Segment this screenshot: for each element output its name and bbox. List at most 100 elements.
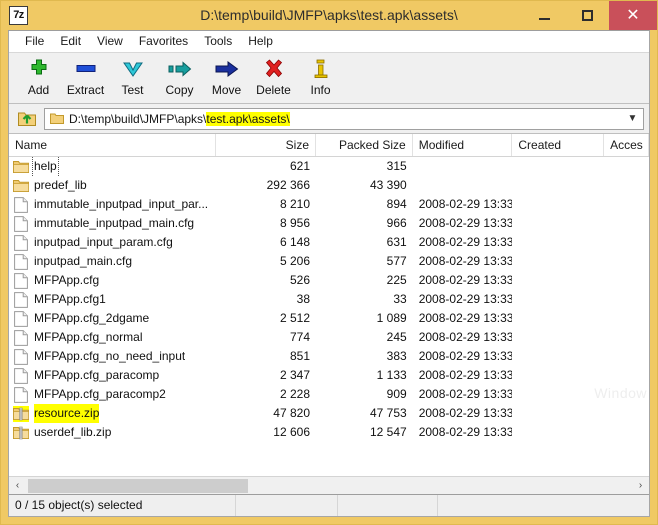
- file-size-cell: 47 820: [273, 406, 310, 420]
- table-row[interactable]: MFPApp.cfg_paracomp 2 347 1 133 2008-02-29 …: [9, 366, 649, 385]
- file-name-text: MFPApp.cfg1: [34, 292, 106, 306]
- file-list[interactable]: help 621 315 predef_lib 292 366 43 390 immutab…: [9, 157, 649, 476]
- file-name-cell[interactable]: MFPApp.cfg_no_need_input: [9, 347, 216, 366]
- table-row[interactable]: help 621 315: [9, 157, 649, 176]
- test-button[interactable]: Test: [109, 53, 156, 101]
- table-row[interactable]: MFPApp.cfg_no_need_input 851 383 2008-02-29…: [9, 347, 649, 366]
- file-packed-size-cell: 43 390: [370, 178, 407, 192]
- table-row[interactable]: predef_lib 292 366 43 390: [9, 176, 649, 195]
- move-button[interactable]: Move: [203, 53, 250, 101]
- file-name-text: immutable_inputpad_main.cfg: [34, 216, 195, 230]
- file-name-cell[interactable]: resource.zip: [9, 404, 216, 423]
- file-name-cell[interactable]: inputpad_input_param.cfg: [9, 233, 216, 252]
- info-button[interactable]: Info: [297, 53, 344, 101]
- toolbar: Add Extract Test Copy Move Delete Info: [9, 53, 649, 104]
- file-name-cell[interactable]: MFPApp.cfg_2dgame: [9, 309, 216, 328]
- file-packed-size-cell: 894: [386, 197, 407, 211]
- file-name-cell[interactable]: predef_lib: [9, 176, 216, 195]
- table-row[interactable]: immutable_inputpad_main.cfg 8 956 966 2008-…: [9, 214, 649, 233]
- file-name-text: resource.zip: [34, 404, 100, 423]
- status-segment-4: [438, 495, 649, 517]
- file-name-cell[interactable]: inputpad_main.cfg: [9, 252, 216, 271]
- file-name-cell[interactable]: MFPApp.cfg: [9, 271, 216, 290]
- column-header-size[interactable]: Size: [216, 134, 316, 156]
- file-modified-cell: 2008-02-29 13:33: [418, 425, 513, 439]
- table-row[interactable]: MFPApp.cfg_normal 774 245 2008-02-29 13:33: [9, 328, 649, 347]
- column-header-packed-size[interactable]: Packed Size: [316, 134, 413, 156]
- close-icon: ✕: [626, 6, 640, 24]
- file-name-text: MFPApp.cfg_2dgame: [34, 311, 150, 325]
- table-row[interactable]: MFPApp.cfg_2dgame 2 512 1 089 2008-02-29 13…: [9, 309, 649, 328]
- folder-icon: [13, 178, 29, 194]
- table-row[interactable]: MFPApp.cfg 526 225 2008-02-29 13:33: [9, 271, 649, 290]
- minimize-button[interactable]: [523, 1, 566, 30]
- horizontal-scrollbar[interactable]: ‹ ›: [9, 476, 649, 494]
- column-header-name[interactable]: Name: [9, 134, 217, 156]
- file-name-cell[interactable]: MFPApp.cfg_normal: [9, 328, 216, 347]
- menu-item-tools[interactable]: Tools: [196, 32, 240, 51]
- file-size-cell: 2 347: [279, 368, 310, 382]
- scroll-right-arrow-icon[interactable]: ›: [632, 478, 649, 494]
- file-name-cell[interactable]: help: [9, 157, 216, 176]
- file-rows: help 621 315 predef_lib 292 366 43 390 immutab…: [9, 157, 649, 442]
- scrollbar-thumb[interactable]: [28, 478, 248, 493]
- add-label: Add: [27, 83, 50, 97]
- table-row[interactable]: MFPApp.cfg_paracomp2 2 228 909 2008-02-29 1…: [9, 385, 649, 404]
- column-header-modified[interactable]: Modified: [413, 134, 513, 156]
- maximize-button[interactable]: [566, 1, 609, 30]
- table-row[interactable]: resource.zip 47 820 47 753 2008-02-29 13:33: [9, 404, 649, 423]
- file-icon: [13, 367, 29, 384]
- address-path-box[interactable]: D:\temp\build\JMFP\apks\test.apk\assets\…: [44, 107, 644, 130]
- menu-item-file[interactable]: File: [17, 32, 52, 51]
- file-size-cell: 8 210: [279, 197, 310, 211]
- file-packed-size-cell: 909: [386, 387, 407, 401]
- menu-item-favorites[interactable]: Favorites: [131, 32, 196, 51]
- menu-item-help[interactable]: Help: [240, 32, 281, 51]
- file-icon: [13, 196, 29, 213]
- close-button[interactable]: ✕: [609, 1, 657, 30]
- file-name-text: inputpad_input_param.cfg: [34, 235, 173, 249]
- file-name-cell[interactable]: MFPApp.cfg_paracomp: [9, 366, 216, 385]
- scroll-left-arrow-icon[interactable]: ‹: [9, 478, 26, 494]
- table-row[interactable]: inputpad_input_param.cfg 6 148 631 2008-02-…: [9, 233, 649, 252]
- file-packed-size-cell: 1 133: [376, 368, 407, 382]
- file-name-cell[interactable]: MFPApp.cfg1: [9, 290, 216, 309]
- file-size-cell: 2 512: [279, 311, 310, 325]
- delete-label: Delete: [256, 83, 291, 97]
- delete-button[interactable]: Delete: [250, 53, 297, 101]
- file-packed-size-cell: 1 089: [376, 311, 407, 325]
- column-header-accessed[interactable]: Acces: [604, 134, 649, 156]
- file-size-cell: 621: [289, 159, 310, 173]
- scrollbar-track[interactable]: [26, 477, 632, 494]
- up-one-level-button[interactable]: [14, 107, 40, 131]
- table-row[interactable]: immutable_inputpad_input_par... 8 210 894 2…: [9, 195, 649, 214]
- column-header-created[interactable]: Created: [512, 134, 605, 156]
- zip-icon: [13, 425, 29, 441]
- file-name-cell[interactable]: userdef_lib.zip: [9, 423, 216, 442]
- table-row[interactable]: MFPApp.cfg1 38 33 2008-02-29 13:33: [9, 290, 649, 309]
- copy-button[interactable]: Copy: [156, 53, 203, 101]
- menu-item-edit[interactable]: Edit: [52, 32, 89, 51]
- menu-bar: File Edit View Favorites Tools Help: [9, 31, 649, 53]
- delete-x-icon: [259, 56, 289, 82]
- table-row[interactable]: userdef_lib.zip 12 606 12 547 2008-02-29 13…: [9, 423, 649, 442]
- file-name-cell[interactable]: MFPApp.cfg_paracomp2: [9, 385, 216, 404]
- file-name-text: inputpad_main.cfg: [34, 254, 133, 268]
- file-icon: [13, 329, 29, 346]
- add-button[interactable]: Add: [15, 53, 62, 101]
- table-row[interactable]: inputpad_main.cfg 5 206 577 2008-02-29 13:3…: [9, 252, 649, 271]
- extract-button[interactable]: Extract: [62, 53, 109, 101]
- client-area: File Edit View Favorites Tools Help Add: [8, 30, 650, 517]
- file-modified-cell: 2008-02-29 13:33: [418, 311, 513, 325]
- copy-arrow-icon: [165, 56, 195, 82]
- address-dropdown-button[interactable]: ▼: [624, 109, 641, 129]
- extract-label: Extract: [66, 83, 105, 97]
- file-size-cell: 8 956: [279, 216, 310, 230]
- file-name-cell[interactable]: immutable_inputpad_main.cfg: [9, 214, 216, 233]
- file-name-text: MFPApp.cfg_paracomp2: [34, 387, 166, 401]
- menu-item-view[interactable]: View: [89, 32, 131, 51]
- file-name-cell[interactable]: immutable_inputpad_input_par...: [9, 195, 216, 214]
- info-icon: [306, 56, 336, 82]
- title-bar[interactable]: 7z D:\temp\build\JMFP\apks\test.apk\asse…: [1, 1, 657, 30]
- file-packed-size-cell: 33: [393, 292, 407, 306]
